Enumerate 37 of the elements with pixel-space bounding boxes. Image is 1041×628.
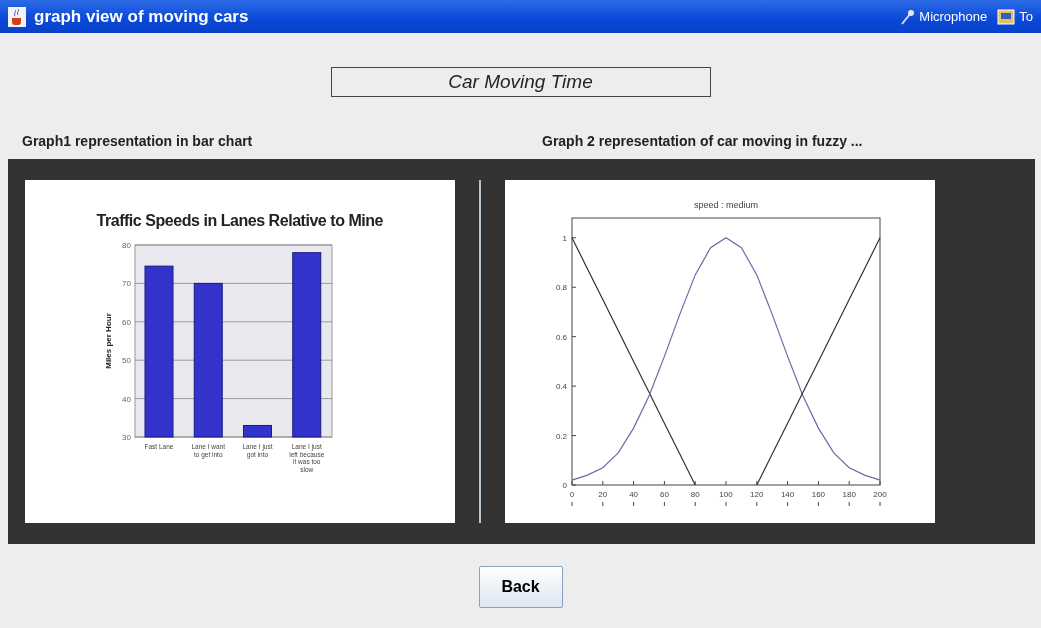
axis-tick-label: 50 [122,356,131,366]
axis-label: Miles per Hour [104,313,113,369]
axis-tick-label: 160 [811,490,826,499]
toolbar-icon[interactable] [997,7,1016,26]
graph-caption: Graph1 representation in bar chart [22,132,254,151]
tray-label[interactable]: To [1019,6,1033,27]
axis-tick-label: 80 [122,241,131,250]
axis-tick-label: 0 [569,490,575,499]
axis-tick-label: 40 [122,394,131,404]
java-cup-icon [8,6,26,27]
axis-tick-label: 60 [659,490,669,499]
microphone-icon[interactable] [899,7,916,26]
axis-tick-label: 0.6 [555,332,567,342]
axis-tick-label: 70 [122,279,131,289]
axis-tick-label: 40 [629,490,639,499]
axis-tick-label: 0 [562,481,567,490]
axis-tick-label: 0.4 [555,382,567,392]
axis-tick-label: 120 [750,490,764,499]
axis-tick-label: 140 [780,490,795,499]
axis-tick-label: 60 [122,317,131,327]
tray-label[interactable]: Microphone [919,6,988,27]
window-title: graph view of moving cars [34,5,249,28]
axis-tick-label: 80 [690,490,700,499]
chart-title: Traffic Speeds in Lanes Relative to Mine [96,212,384,229]
bar [243,425,272,438]
axis-tick-label: 20 [598,490,608,499]
axis-tick-label: 200 [873,490,887,499]
heading-label: Car Moving Time [330,67,711,97]
chart-title: speed : medium [694,200,758,210]
graph-caption: Graph 2 representation of car moving in fuzzy ... [542,132,863,151]
axis-tick-label: 1 [562,233,567,243]
axis-tick-label: 100 [719,490,733,499]
back-button[interactable]: Back [478,566,563,608]
axis-tick-label: 30 [122,433,131,442]
axis-tick-label: 0.2 [555,431,567,441]
axis-tick-label: 0.8 [555,283,567,293]
axis-tick-label: 180 [842,490,856,499]
